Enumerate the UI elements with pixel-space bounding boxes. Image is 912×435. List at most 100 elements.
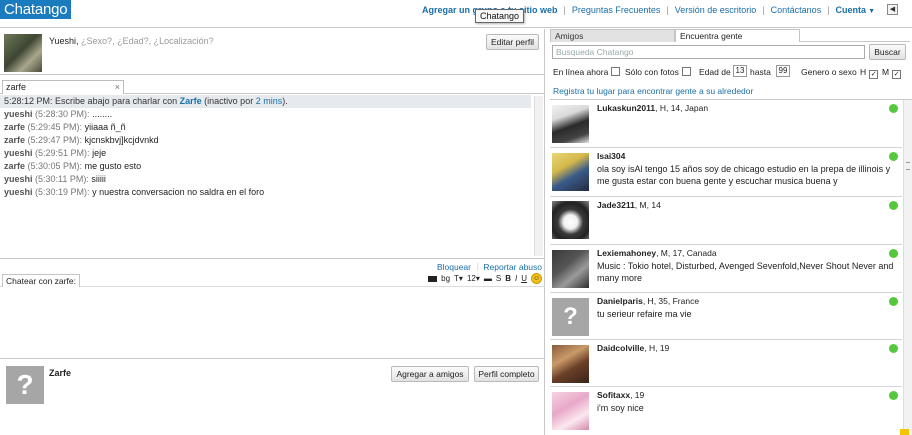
search-button[interactable]: Buscar	[869, 44, 906, 60]
avatar[interactable]	[552, 250, 589, 288]
message-time: (5:29:45 PM):	[27, 122, 83, 132]
user-name[interactable]: Lexiemahoney	[597, 248, 656, 258]
message-row: yueshi (5:30:11 PM): siiiii	[0, 173, 545, 186]
avatar-placeholder[interactable]: ?	[552, 298, 589, 336]
chat-tab-bar: zarfe ×	[0, 79, 545, 94]
desktop-version-link[interactable]: Versión de escritorio	[669, 5, 763, 15]
people-scrollbar[interactable]	[903, 100, 912, 435]
online-now-filter[interactable]: En línea ahora	[553, 67, 621, 77]
color-picker-icon[interactable]: ▬	[484, 274, 492, 283]
font-size-select[interactable]: 12▾	[467, 274, 480, 283]
user-status: ola soy isAl tengo 15 años soy de chicag…	[597, 164, 891, 186]
user-name-line: Jade3211, M, 14	[597, 200, 661, 210]
contact-link[interactable]: Contáctanos	[765, 5, 828, 15]
online-status-icon	[889, 201, 898, 210]
avatar[interactable]	[552, 345, 589, 383]
user-name[interactable]: Daidcolville	[597, 343, 644, 353]
avatar[interactable]	[552, 105, 589, 143]
message-text: y nuestra conversacion no saldra en el f…	[92, 187, 265, 197]
user-name[interactable]: Lukaskun2011	[597, 103, 655, 113]
tab-find-people[interactable]: Encuentra gente	[675, 29, 800, 42]
tab-zarfe[interactable]: zarfe ×	[2, 80, 124, 94]
font-size-value: 12	[466, 274, 476, 283]
message-author: zarfe	[4, 135, 26, 145]
list-item[interactable]: Lexiemahoney, M, 17, Canada Music : Toki…	[550, 245, 902, 293]
message-time: (5:29:47 PM):	[27, 135, 83, 145]
age-to-input[interactable]: 99	[776, 65, 790, 77]
message-text: kjcnskbvj]kcjdvnkd	[84, 135, 159, 145]
text-color-icon[interactable]	[428, 275, 438, 282]
bold-button[interactable]: B	[505, 274, 511, 283]
user-name[interactable]: Sofitaxx	[597, 390, 630, 400]
scroll-grip[interactable]	[906, 162, 910, 170]
message-row: yueshi (5:29:51 PM): jeje	[0, 147, 545, 160]
avatar[interactable]	[4, 34, 42, 72]
add-friends-button[interactable]: Agregar a amigos	[391, 366, 469, 382]
list-item[interactable]: ? Danielparis, H, 35, France tu serieur …	[550, 293, 902, 340]
message-time: (5:28:30 PM):	[35, 109, 90, 119]
user-name[interactable]: Danielparis	[597, 296, 643, 306]
underline-button[interactable]: U	[521, 274, 527, 283]
chatango-logo[interactable]: Chatango	[0, 0, 72, 19]
background-icon[interactable]: bg	[441, 274, 450, 283]
faq-link[interactable]: Preguntas Frecuentes	[566, 5, 667, 15]
online-status-icon	[889, 152, 898, 161]
message-scrollbar[interactable]	[534, 96, 543, 256]
register-location-link[interactable]: Registra tu lugar para encontrar gente a…	[553, 86, 753, 96]
message-row: zarfe (5:29:47 PM): kjcnskbvj]kcjdvnkd	[0, 134, 545, 147]
partner-name-link[interactable]: Zarfe	[180, 96, 202, 106]
gender-m-filter[interactable]: M ✓	[882, 67, 902, 79]
avatar-placeholder[interactable]: ?	[6, 366, 44, 404]
edit-profile-button[interactable]: Editar perfil	[486, 34, 539, 50]
close-icon[interactable]: ×	[115, 82, 120, 92]
gender-h-filter[interactable]: H ✓	[860, 67, 879, 79]
list-item[interactable]: Jade3211, M, 14	[550, 197, 902, 245]
full-profile-button[interactable]: Perfil completo	[474, 366, 539, 382]
report-abuse-link[interactable]: Reportar abuso	[483, 262, 542, 272]
block-link[interactable]: Bloquear	[437, 262, 471, 272]
user-name[interactable]: Jade3211	[597, 200, 635, 210]
photos-only-filter[interactable]: Sólo con fotos	[625, 67, 691, 77]
online-now-label: En línea ahora	[553, 67, 609, 77]
style-icon[interactable]: S	[496, 274, 501, 283]
message-row: zarfe (5:29:45 PM): yiiaaa ñ_ñ	[0, 121, 545, 134]
tab-friends[interactable]: Amigos	[550, 29, 675, 42]
volume-icon[interactable]: ◀	[887, 4, 898, 15]
system-message: 5:28:12 PM: Escribe abajo para charlar c…	[0, 95, 531, 108]
list-item[interactable]: Lukaskun2011, H, 14, Japan	[550, 100, 902, 148]
avatar[interactable]	[552, 153, 589, 191]
list-item[interactable]: Sofitaxx, 19 i'm soy nice	[550, 387, 902, 435]
message-author: yueshi	[4, 148, 33, 158]
gender-m-checkbox[interactable]: ✓	[892, 70, 902, 79]
message-time: (5:30:11 PM):	[35, 174, 89, 184]
font-icon[interactable]: T▾	[454, 274, 463, 283]
photos-only-label: Sólo con fotos	[625, 67, 679, 77]
avatar[interactable]	[552, 201, 589, 239]
age-from-input[interactable]: 13	[733, 65, 747, 77]
system-time: 5:28:12 PM:	[4, 96, 53, 106]
input-label: Chatear con zarfe:	[2, 274, 80, 287]
gender-h-checkbox[interactable]: ✓	[869, 70, 879, 79]
emoticon-icon[interactable]: ☺	[531, 273, 542, 284]
user-meta: , M, 14	[634, 200, 661, 210]
user-name[interactable]: Isai304	[597, 151, 625, 161]
gender-m-label: M	[882, 67, 890, 77]
list-item[interactable]: Isai304 ola soy isAl tengo 15 años soy d…	[550, 148, 902, 197]
photos-only-checkbox[interactable]	[681, 67, 691, 76]
system-text: Escribe abajo para charlar con	[55, 96, 178, 106]
avatar[interactable]	[552, 392, 589, 430]
user-meta: , M, 17, Canada	[656, 248, 717, 258]
search-input[interactable]: Busqueda Chatango	[552, 45, 865, 59]
people-panel: Amigos Encuentra gente Busqueda Chatango…	[546, 29, 912, 435]
user-name-line: Danielparis, H, 35, France	[597, 296, 699, 306]
italic-button[interactable]: I	[515, 274, 517, 283]
chat-actions: Bloquear | Reportar abuso	[0, 261, 545, 273]
profile-placeholders[interactable]: ¿Sexo?, ¿Edad?, ¿Localización?	[81, 36, 214, 46]
online-now-checkbox[interactable]	[611, 67, 621, 76]
chat-input[interactable]	[0, 287, 545, 359]
list-item[interactable]: Daidcolville, H, 19	[550, 340, 902, 387]
font-icon-label: T	[454, 274, 459, 283]
my-profile-bar: Yueshi, ¿Sexo?, ¿Edad?, ¿Localización? E…	[0, 29, 545, 75]
resize-handle[interactable]	[900, 429, 909, 435]
account-menu[interactable]: Cuenta ▼	[830, 5, 881, 15]
